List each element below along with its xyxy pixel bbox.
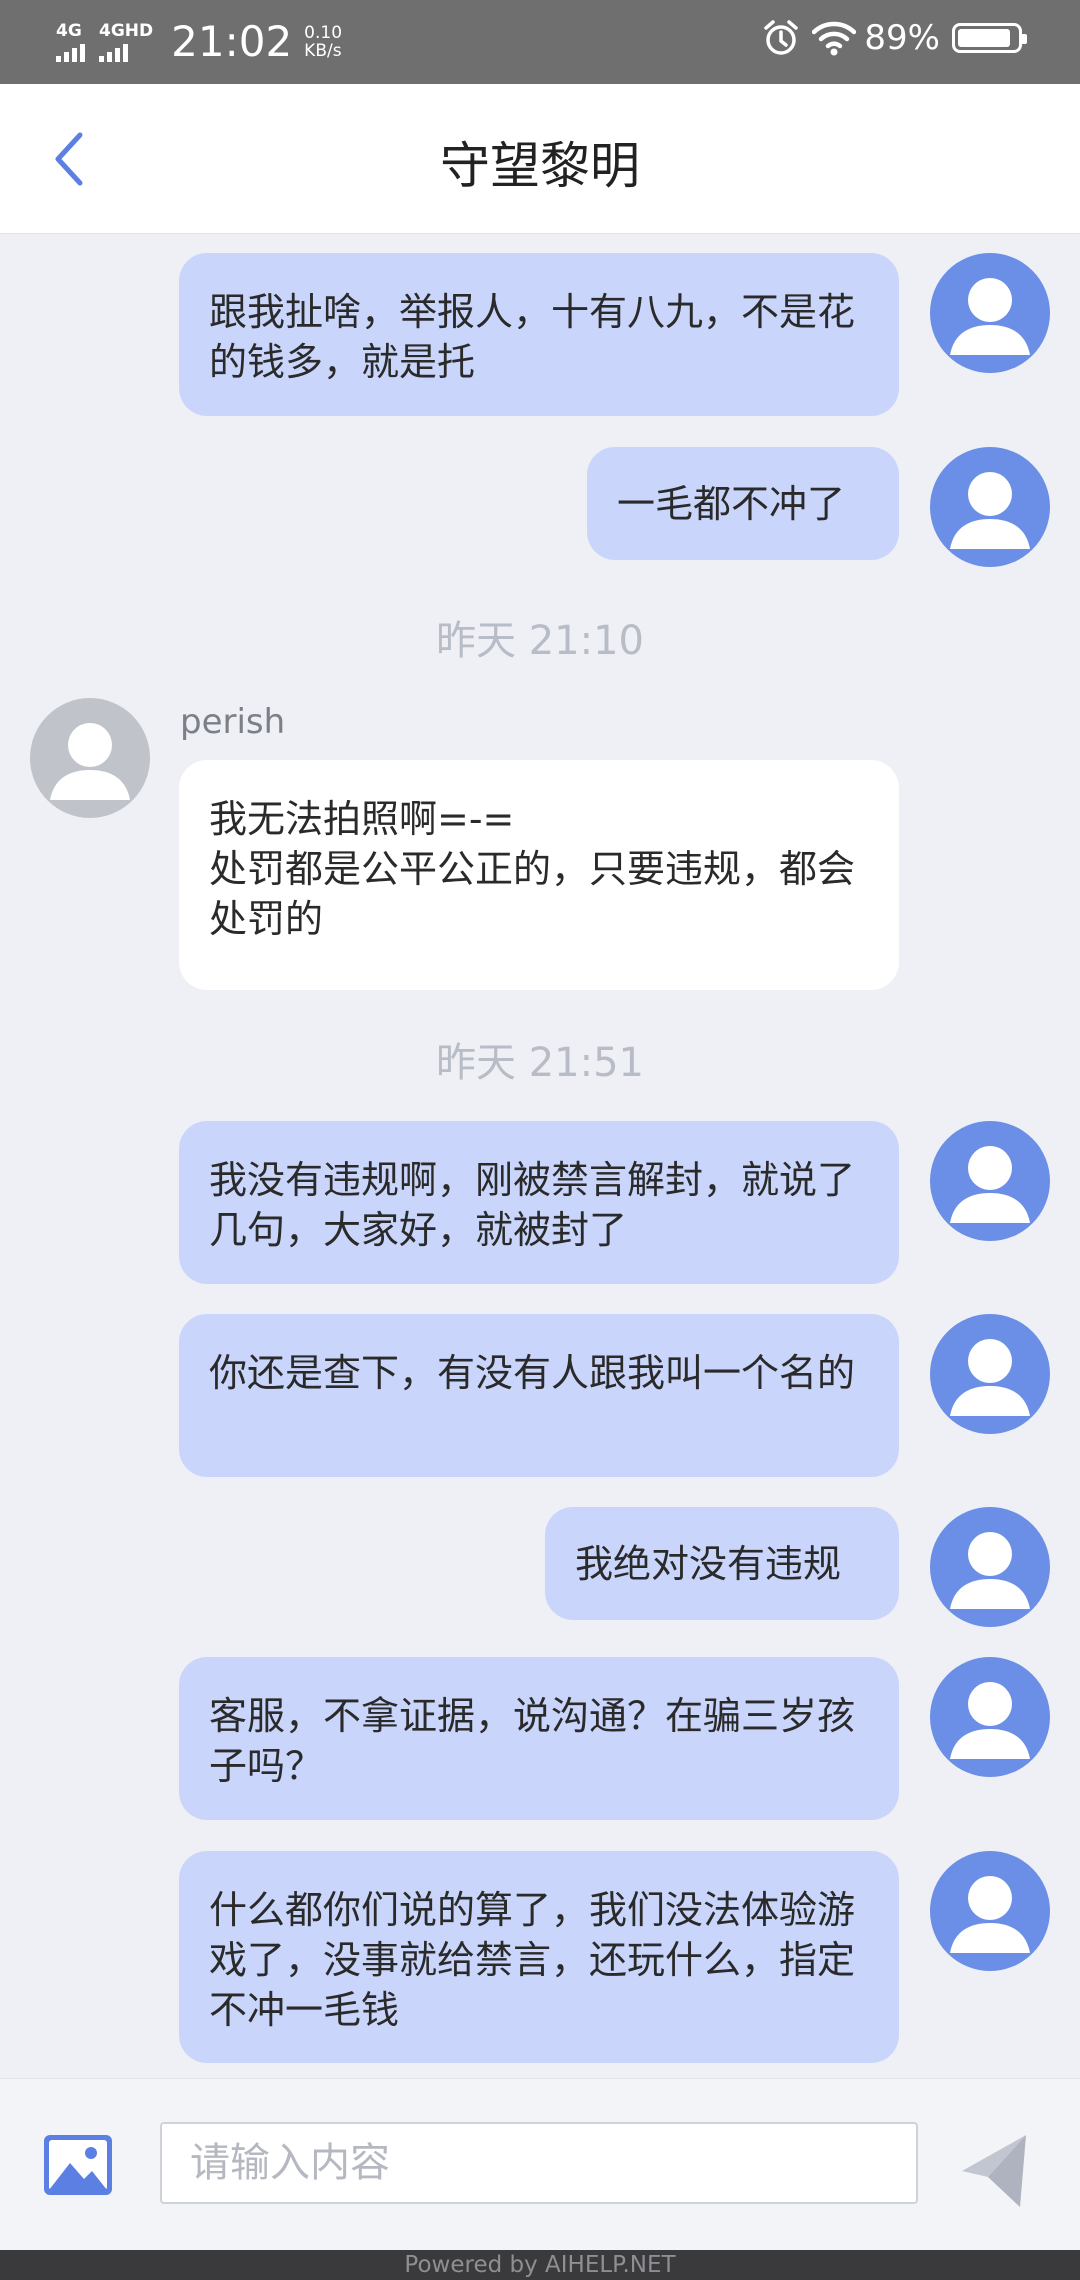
battery-level (958, 29, 1010, 47)
person-icon (930, 253, 1050, 373)
outgoing-message: 跟我扯啥，举报人，十有八九，不是花的钱多，就是托 (179, 253, 899, 416)
status-bar: 4G 4GHD 21:02 0.10 KB/s 89% (0, 0, 1080, 84)
battery-icon (952, 23, 1027, 53)
powered-by-footer: Powered by AIHELP.NET (0, 2250, 1080, 2280)
user-avatar (930, 1657, 1050, 1777)
user-avatar (930, 1507, 1050, 1627)
network-speed: 0.10 KB/s (304, 24, 342, 60)
message-timestamp: 昨天 21:10 (436, 618, 644, 664)
chat-header: 守望黎明 (0, 84, 1080, 234)
outgoing-message: 我绝对没有违规 (545, 1507, 899, 1620)
person-icon (930, 1657, 1050, 1777)
network-speed-unit: KB/s (304, 41, 342, 61)
signal-bars-icon (99, 44, 128, 62)
person-icon (930, 1851, 1050, 1971)
network-speed-value: 0.10 (304, 23, 343, 43)
signal-label-2: 4GHD (99, 21, 154, 41)
user-avatar (930, 1314, 1050, 1434)
alarm-icon (762, 19, 800, 57)
signal-label-1: 4G (56, 21, 82, 41)
person-icon (30, 698, 150, 818)
outgoing-message: 什么都你们说的算了，我们没法体验游戏了，没事就给禁言，还玩什么，指定不冲一毛钱 (179, 1851, 899, 2063)
outgoing-message: 客服，不拿证据，说沟通？在骗三岁孩子吗？ (179, 1657, 899, 1820)
clock: 21:02 (171, 17, 293, 66)
user-avatar (930, 447, 1050, 567)
person-icon (930, 1314, 1050, 1434)
outgoing-message: 你还是查下，有没有人跟我叫一个名的 (179, 1314, 899, 1477)
user-avatar (930, 253, 1050, 373)
user-avatar (930, 1121, 1050, 1241)
message-timestamp: 昨天 21:51 (436, 1040, 644, 1086)
outgoing-message: 我没有违规啊，刚被禁言解封，就说了几句，大家好，就被封了 (179, 1121, 899, 1284)
signal-indicator-2: 4GHD (99, 22, 153, 62)
page-title: 守望黎明 (440, 137, 640, 195)
sender-name: perish (180, 702, 286, 742)
image-icon (44, 2135, 112, 2195)
signal-bars-icon (56, 44, 85, 62)
signal-indicator-1: 4G (56, 22, 85, 62)
send-button[interactable] (960, 2131, 1030, 2211)
agent-avatar (30, 698, 150, 818)
send-icon (962, 2135, 1026, 2207)
battery-percent: 89% (864, 18, 940, 58)
wifi-icon (812, 20, 857, 56)
message-input[interactable] (160, 2122, 918, 2204)
person-icon (930, 447, 1050, 567)
image-attach-button[interactable] (44, 2135, 112, 2195)
composer-bar (0, 2078, 1080, 2250)
user-avatar (930, 1851, 1050, 1971)
person-icon (930, 1121, 1050, 1241)
outgoing-message: 一毛都不冲了 (587, 447, 899, 560)
incoming-message: 我无法拍照啊=-= 处罚都是公平公正的，只要违规，都会处罚的 (179, 760, 899, 990)
person-icon (930, 1507, 1050, 1627)
